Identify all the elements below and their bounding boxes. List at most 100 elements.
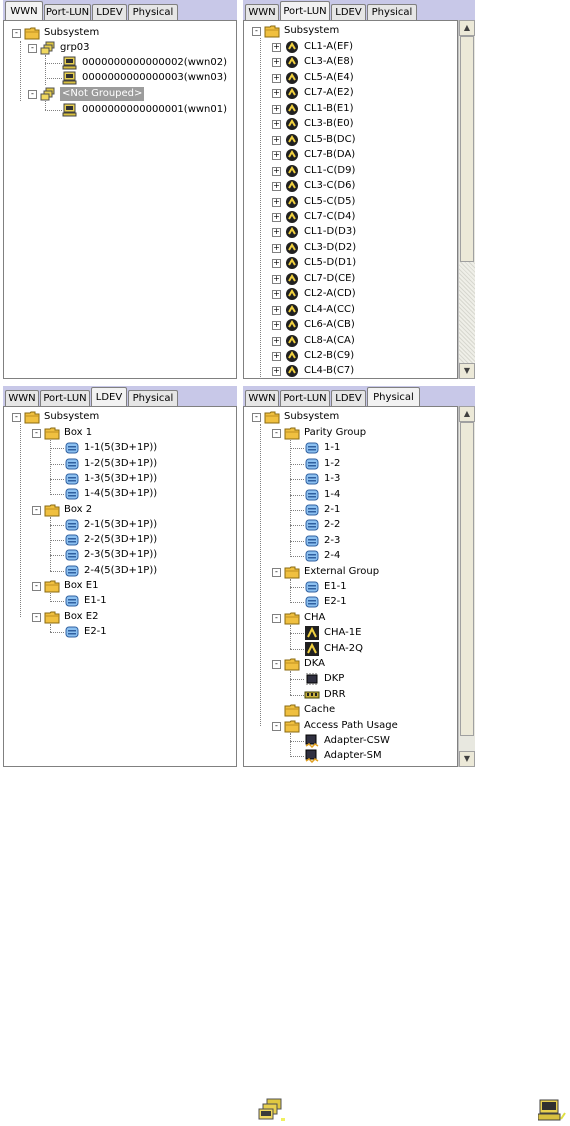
tree-node-label: 1-2 bbox=[324, 457, 341, 469]
expand-toggle[interactable]: + bbox=[272, 305, 281, 315]
tab-port-lun[interactable]: Port-LUN bbox=[280, 1, 330, 20]
scroll-up-button[interactable]: ▲ bbox=[459, 406, 475, 422]
wwn-panel: WWN Port-LUN LDEV Physical - Subsystem - gr… bbox=[3, 0, 237, 379]
tab-physical[interactable]: Physical bbox=[128, 390, 178, 406]
expand-toggle[interactable]: + bbox=[272, 259, 281, 269]
expand-toggle[interactable]: + bbox=[272, 243, 281, 253]
collapse-toggle[interactable]: - bbox=[252, 413, 261, 422]
tab-port-lun[interactable]: Port-LUN bbox=[44, 4, 91, 20]
collapse-toggle[interactable]: - bbox=[28, 44, 37, 53]
tab-wwn[interactable]: WWN bbox=[5, 1, 43, 20]
tab-port-lun[interactable]: Port-LUN bbox=[280, 390, 330, 406]
tab-ldev[interactable]: LDEV bbox=[331, 390, 366, 406]
collapse-toggle[interactable]: - bbox=[12, 413, 21, 422]
collapse-toggle[interactable]: - bbox=[32, 505, 41, 515]
expand-toggle[interactable]: + bbox=[272, 352, 281, 361]
port-icon bbox=[284, 86, 300, 100]
tree-node-label: DRR bbox=[324, 688, 346, 700]
tree-connector bbox=[45, 110, 62, 111]
expand-toggle[interactable]: + bbox=[272, 182, 281, 192]
expand-toggle[interactable]: + bbox=[272, 104, 281, 114]
folder-icon bbox=[284, 426, 300, 440]
tree-node-label: CHA bbox=[304, 611, 326, 623]
collapse-toggle[interactable]: - bbox=[252, 27, 261, 36]
expand-toggle[interactable]: + bbox=[272, 367, 281, 377]
volume-icon bbox=[64, 441, 80, 455]
tree-connector bbox=[290, 578, 291, 603]
expand-toggle[interactable]: + bbox=[272, 135, 281, 145]
folder-icon bbox=[44, 426, 60, 440]
expand-toggle[interactable]: + bbox=[272, 166, 281, 176]
collapse-toggle[interactable]: - bbox=[272, 721, 281, 731]
collapse-toggle[interactable]: - bbox=[32, 582, 41, 591]
port-icon bbox=[284, 272, 300, 286]
tab-ldev[interactable]: LDEV bbox=[91, 387, 127, 406]
expand-toggle[interactable]: + bbox=[272, 151, 281, 161]
vertical-scrollbar[interactable]: ▲ ▼ bbox=[458, 20, 475, 379]
tree-connector bbox=[290, 448, 304, 450]
port-icon bbox=[284, 117, 300, 131]
tab-ldev[interactable]: LDEV bbox=[331, 4, 366, 20]
scroll-thumb[interactable] bbox=[460, 36, 474, 262]
tree-connector bbox=[260, 424, 261, 726]
expand-toggle[interactable]: + bbox=[272, 321, 281, 331]
tree-connector bbox=[45, 63, 62, 64]
tree-connector bbox=[290, 633, 304, 635]
collapse-toggle[interactable]: - bbox=[272, 567, 281, 577]
port-icon bbox=[284, 179, 300, 193]
collapse-toggle[interactable]: - bbox=[32, 429, 41, 438]
expand-toggle[interactable]: + bbox=[272, 212, 281, 222]
tree-connector bbox=[290, 525, 304, 527]
collapse-toggle[interactable]: - bbox=[28, 90, 37, 99]
expand-toggle[interactable]: + bbox=[272, 336, 281, 346]
tree-connector bbox=[50, 570, 64, 572]
chip-icon bbox=[304, 672, 320, 686]
scroll-track[interactable] bbox=[459, 262, 475, 363]
volume-icon bbox=[64, 533, 80, 547]
port-icon bbox=[284, 102, 300, 116]
cha-icon bbox=[304, 626, 320, 641]
tab-ldev[interactable]: LDEV bbox=[92, 4, 127, 20]
scroll-down-button[interactable]: ▼ bbox=[459, 363, 475, 379]
expand-toggle[interactable]: + bbox=[272, 43, 281, 52]
tree-node-label: CL5-A(E4) bbox=[304, 71, 354, 83]
folder-icon bbox=[264, 24, 280, 38]
tab-physical[interactable]: Physical bbox=[367, 387, 420, 406]
vertical-scrollbar[interactable]: ▲ ▼ bbox=[458, 406, 475, 767]
tab-port-lun[interactable]: Port-LUN bbox=[40, 390, 90, 406]
collapse-toggle[interactable]: - bbox=[272, 613, 281, 623]
tree-node-label: CL7-A(E2) bbox=[304, 87, 354, 99]
expand-toggle[interactable]: + bbox=[272, 73, 281, 83]
collapse-toggle[interactable]: - bbox=[272, 660, 281, 669]
scroll-thumb[interactable] bbox=[460, 422, 474, 736]
volume-icon bbox=[64, 518, 80, 532]
port-icon bbox=[284, 71, 300, 85]
expand-toggle[interactable]: + bbox=[272, 89, 281, 99]
folder-icon bbox=[44, 579, 60, 593]
tab-wwn[interactable]: WWN bbox=[245, 4, 279, 20]
adapter-icon bbox=[304, 749, 320, 764]
volume-icon bbox=[304, 488, 320, 502]
folder-icon bbox=[284, 719, 300, 733]
expand-toggle[interactable]: + bbox=[272, 274, 281, 284]
expand-toggle[interactable]: + bbox=[272, 58, 281, 68]
expand-toggle[interactable]: + bbox=[272, 228, 281, 238]
tab-physical[interactable]: Physical bbox=[367, 4, 417, 20]
scroll-up-button[interactable]: ▲ bbox=[459, 20, 475, 36]
volume-icon bbox=[64, 457, 80, 471]
collapse-toggle[interactable]: - bbox=[32, 612, 41, 622]
expand-toggle[interactable]: + bbox=[272, 120, 281, 130]
tree-connector bbox=[290, 741, 304, 742]
expand-toggle[interactable]: + bbox=[272, 290, 281, 300]
collapse-toggle[interactable]: - bbox=[12, 29, 21, 38]
collapse-toggle[interactable]: - bbox=[272, 429, 281, 438]
tab-physical[interactable]: Physical bbox=[128, 4, 178, 20]
expand-toggle[interactable]: + bbox=[272, 197, 281, 207]
tab-wwn[interactable]: WWN bbox=[245, 390, 279, 406]
tab-wwn[interactable]: WWN bbox=[5, 390, 39, 406]
folder-icon bbox=[264, 410, 280, 424]
tree-connector bbox=[290, 679, 304, 681]
tree-connector bbox=[290, 440, 291, 557]
scroll-down-button[interactable]: ▼ bbox=[459, 751, 475, 767]
tree-node-label: CL1-D(D3) bbox=[304, 226, 357, 238]
